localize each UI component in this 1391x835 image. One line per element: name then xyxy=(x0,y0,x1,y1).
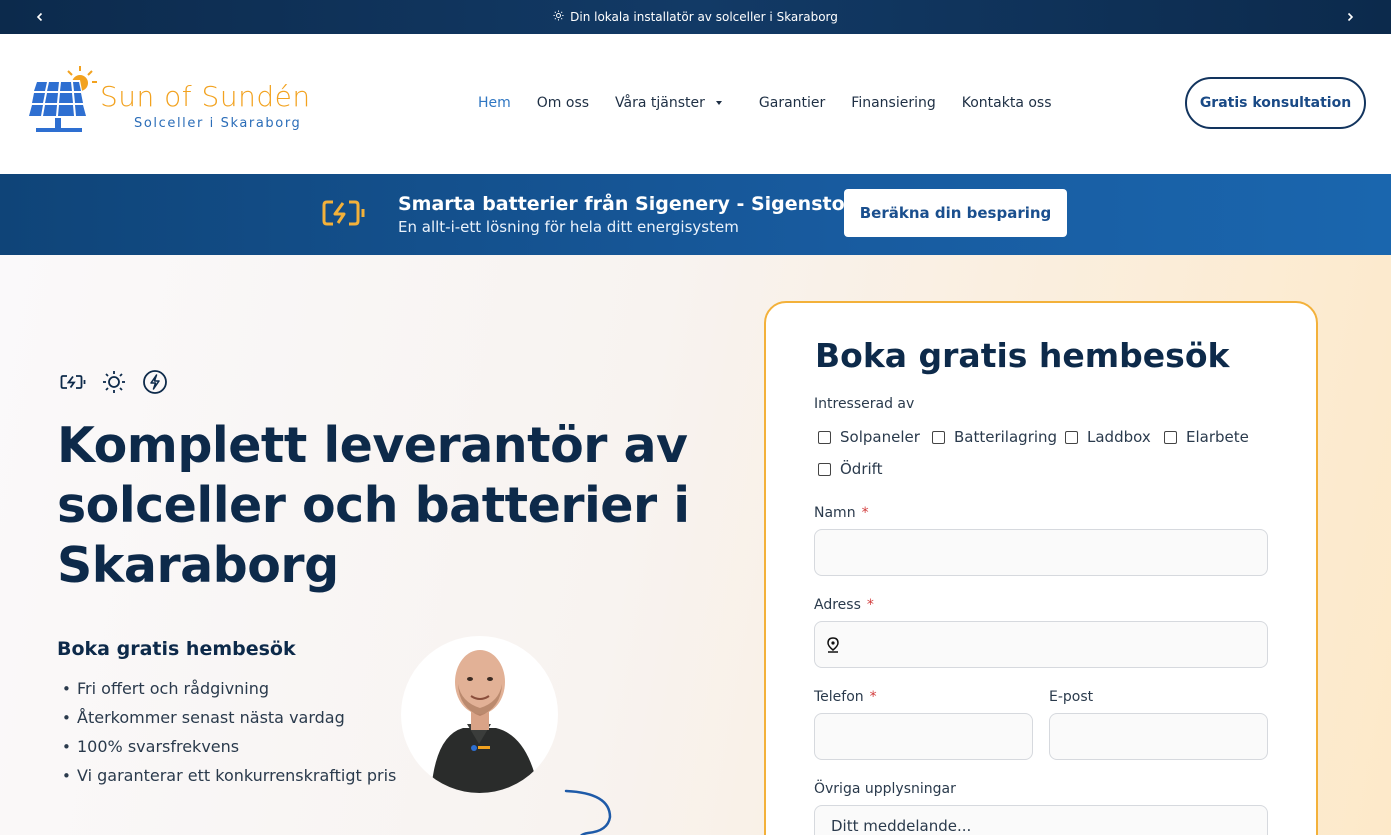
logo-tagline: Solceller i Skaraborg xyxy=(134,116,302,131)
checkbox-odrift[interactable]: Ödrift xyxy=(818,460,883,478)
solar-panel-logo-icon xyxy=(28,66,97,132)
chevron-left-icon[interactable] xyxy=(32,9,48,25)
logo-name: Sun of Sundén xyxy=(100,80,311,113)
checkbox-label: Elarbete xyxy=(1186,428,1249,446)
nav-item-garantier[interactable]: Garantier xyxy=(759,95,825,111)
nav-item-kontakta-oss[interactable]: Kontakta oss xyxy=(962,95,1052,111)
other-info-label: Övriga upplysningar xyxy=(814,781,956,797)
phone-label: Telefon * xyxy=(814,689,877,705)
message-field[interactable]: Ditt meddelande... xyxy=(814,805,1268,835)
checkbox-label: Laddbox xyxy=(1087,428,1151,446)
message-placeholder: Ditt meddelande... xyxy=(831,817,972,835)
battery-charging-icon xyxy=(60,369,86,395)
list-item: Fri offert och rådgivning xyxy=(62,674,396,703)
name-label: Namn * xyxy=(814,505,869,521)
free-consultation-button[interactable]: Gratis konsultation xyxy=(1185,77,1366,129)
booking-form: Boka gratis hembesök Intresserad av Solp… xyxy=(764,301,1318,835)
hero-subheading: Boka gratis hembesök xyxy=(57,638,296,660)
list-item: 100% svarsfrekvens xyxy=(62,732,396,761)
address-field[interactable] xyxy=(814,621,1268,668)
checkbox-batterilagring[interactable]: Batterilagring xyxy=(932,428,1057,446)
nav-item-vara-tjanster[interactable]: Våra tjänster xyxy=(615,95,727,111)
checkbox-box[interactable] xyxy=(1164,430,1177,444)
hero-icons xyxy=(60,369,168,395)
installer-portrait xyxy=(401,636,558,793)
checkbox-laddbox[interactable]: Laddbox xyxy=(1065,428,1151,446)
list-item: Vi garanterar ett konkurrenskraftigt pri… xyxy=(62,761,396,790)
hero-title: Komplett leverantör av solceller och bat… xyxy=(57,417,690,594)
benefits-list: Fri offert och rådgivning Återkommer sen… xyxy=(62,674,396,790)
announcement-bar: Din lokala installatör av solceller i Sk… xyxy=(0,0,1391,34)
sun-icon xyxy=(553,10,564,24)
calculate-savings-button[interactable]: Beräkna din besparing xyxy=(844,189,1067,237)
main-nav: Hem Om oss Våra tjänster Garantier Finan… xyxy=(478,95,1052,111)
checkbox-elarbete[interactable]: Elarbete xyxy=(1164,428,1249,446)
nav-item-om-oss[interactable]: Om oss xyxy=(537,95,589,111)
announcement-message: Din lokala installatör av solceller i Sk… xyxy=(553,10,838,24)
battery-charging-icon xyxy=(322,198,368,232)
email-field[interactable] xyxy=(1049,713,1268,760)
nav-item-finansiering[interactable]: Finansiering xyxy=(851,95,935,111)
checkbox-label: Batterilagring xyxy=(954,428,1058,446)
announcement-text: Din lokala installatör av solceller i Sk… xyxy=(570,10,838,24)
checkbox-solpaneler[interactable]: Solpaneler xyxy=(818,428,920,446)
promo-subtitle: En allt-i-ett lösning för hela ditt ener… xyxy=(398,218,739,236)
name-field[interactable] xyxy=(814,529,1268,576)
form-title: Boka gratis hembesök xyxy=(815,336,1230,375)
checkbox-label: Ödrift xyxy=(840,460,883,478)
checkbox-label: Solpaneler xyxy=(840,428,920,446)
interest-label: Intresserad av xyxy=(814,396,915,412)
nav-item-label: Våra tjänster xyxy=(615,95,705,111)
logo[interactable]: Sun of Sundén Solceller i Skaraborg xyxy=(26,66,336,136)
checkbox-box[interactable] xyxy=(818,430,831,444)
lightning-icon xyxy=(142,369,168,395)
checkbox-box[interactable] xyxy=(932,430,945,444)
checkbox-box[interactable] xyxy=(818,462,831,476)
hero-section: Komplett leverantör av solceller och bat… xyxy=(0,255,1391,835)
caret-down-icon xyxy=(715,101,722,105)
address-label: Adress * xyxy=(814,597,874,613)
promo-banner: Smarta batterier från Sigenery - Sigenst… xyxy=(0,174,1391,255)
site-header: Sun of Sundén Solceller i Skaraborg Hem … xyxy=(0,34,1391,174)
phone-field[interactable] xyxy=(814,713,1033,760)
email-label: E-post xyxy=(1049,689,1094,705)
checkbox-box[interactable] xyxy=(1065,430,1078,444)
promo-title: Smarta batterier från Sigenery - Sigenst… xyxy=(398,193,855,215)
chevron-right-icon[interactable] xyxy=(1342,9,1358,25)
sun-icon xyxy=(101,369,127,395)
decorative-squiggle xyxy=(564,789,612,835)
list-item: Återkommer senast nästa vardag xyxy=(62,703,396,732)
nav-item-hem[interactable]: Hem xyxy=(478,95,511,111)
location-pin-icon xyxy=(827,636,839,653)
